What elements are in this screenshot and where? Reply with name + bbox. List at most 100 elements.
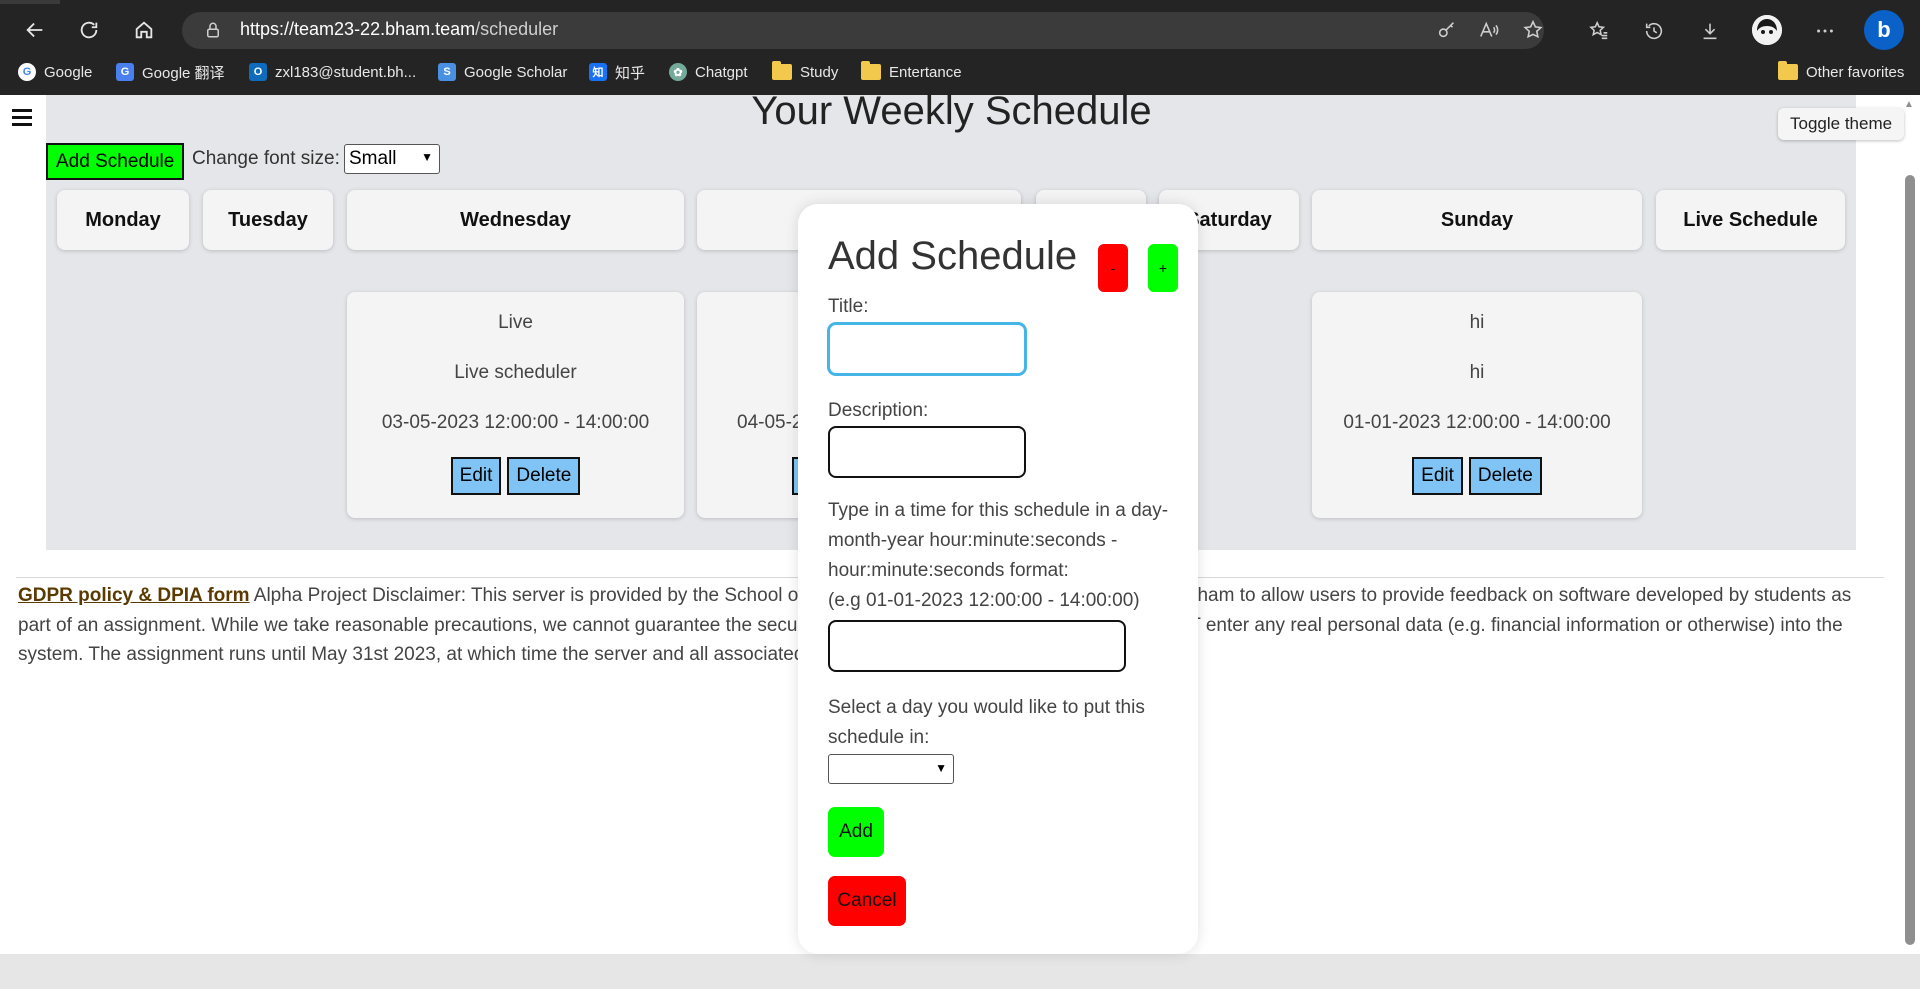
card-time: 03-05-2023 12:00:00 - 14:00:00 (381, 412, 650, 433)
delete-button[interactable]: Delete (1468, 457, 1542, 495)
scholar-icon: S (438, 63, 456, 81)
favorite-google-translate[interactable]: G Google 翻译 (116, 61, 225, 83)
card-description: Live scheduler (454, 362, 577, 383)
read-aloud-icon[interactable] (1478, 19, 1502, 43)
home-icon (135, 21, 153, 39)
folder-icon (772, 61, 792, 80)
google-icon: G (18, 63, 36, 81)
chevron-down-icon: ▼ (421, 150, 433, 164)
edit-button[interactable]: Edit (1412, 457, 1463, 495)
favorite-google-scholar[interactable]: S Google Scholar (438, 61, 567, 83)
bing-icon: b (1877, 17, 1891, 42)
favorite-label: Google Scholar (464, 63, 568, 81)
schedule-card: Live Live scheduler 03-05-2023 12:00:00 … (347, 292, 684, 518)
card-time: 01-01-2023 12:00:00 - 14:00:00 (1343, 412, 1611, 433)
chatgpt-icon: ✿ (669, 63, 687, 81)
card-description: hi (1469, 362, 1485, 383)
edit-button[interactable]: Edit (450, 457, 502, 495)
refresh-icon (80, 21, 98, 39)
tab-tuesday[interactable]: Tuesday (203, 190, 333, 250)
add-schedule-modal: Add Schedule - + Title: Description: Typ… (798, 204, 1198, 954)
tab-wednesday[interactable]: Wednesday (347, 190, 684, 250)
outlook-icon: O (249, 63, 267, 81)
time-label: Type in a time for this schedule in a da… (828, 496, 1168, 616)
more-menu-button[interactable] (1805, 12, 1845, 49)
favorites-button[interactable] (1579, 12, 1619, 49)
add-schedule-button[interactable]: Add Schedule (46, 143, 185, 180)
favorite-folder-study[interactable]: Study (772, 61, 838, 83)
favorite-label: Study (800, 63, 839, 81)
more-dots-icon (1817, 29, 1833, 32)
address-bar[interactable]: https://team23-22.bham.team/scheduler (182, 12, 1544, 49)
favorites-icon (1589, 20, 1608, 39)
toggle-theme-tooltip[interactable]: Toggle theme (1778, 108, 1905, 140)
other-favorites[interactable]: Other favorites (1778, 61, 1904, 83)
favorite-zhihu[interactable]: 知 知乎 (589, 61, 645, 83)
favorite-label: Chatgpt (695, 63, 748, 81)
lock-icon (207, 22, 219, 38)
card-title: Live (498, 312, 533, 333)
translate-icon: G (116, 63, 134, 81)
favorite-folder-entertance[interactable]: Entertance (861, 61, 962, 83)
day-label-line: Select a day you would like to put this (828, 697, 1145, 718)
page-content: Your Weekly Schedule Add Schedule Change… (0, 89, 1920, 989)
zhihu-icon: 知 (589, 63, 607, 81)
tab-sunday[interactable]: Sunday (1312, 190, 1642, 250)
favorite-google[interactable]: G Google (18, 61, 92, 83)
schedule-card: hi hi 01-01-2023 12:00:00 - 14:00:00 Edi… (1312, 292, 1642, 518)
profile-avatar[interactable] (1752, 15, 1782, 45)
page-title: Your Weekly Schedule (751, 89, 1152, 133)
browser-toolbar: https://team23-22.bham.team/scheduler b … (0, 0, 1920, 95)
gdpr-policy-link[interactable]: GDPR policy & DPIA form (18, 585, 250, 606)
description-label: Description: (828, 400, 929, 421)
key-icon[interactable] (1436, 19, 1460, 43)
add-more-button[interactable]: + (1148, 244, 1178, 292)
history-button[interactable] (1634, 12, 1674, 49)
bing-copilot-button[interactable]: b (1864, 10, 1904, 50)
back-button[interactable] (15, 12, 55, 48)
card-time: 04-05-2 (737, 412, 803, 433)
home-button[interactable] (124, 12, 164, 48)
favorite-label: Google 翻译 (142, 64, 225, 82)
modal-title: Add Schedule (828, 234, 1078, 278)
scrollbar-thumb[interactable] (1905, 175, 1915, 945)
favorite-chatgpt[interactable]: ✿ Chatgpt (669, 61, 748, 83)
day-label-line: schedule in: (828, 727, 930, 748)
folder-icon (1778, 61, 1798, 80)
time-label-line: month-year hour:minute:seconds - (828, 530, 1118, 551)
time-label-line: Type in a time for this schedule in a da… (828, 500, 1169, 521)
font-size-select[interactable]: Small ▼ (344, 144, 440, 174)
favorite-label: 知乎 (615, 64, 646, 82)
remove-button[interactable]: - (1098, 244, 1128, 292)
favorite-label: Entertance (889, 63, 962, 81)
description-input[interactable] (828, 426, 1026, 478)
time-label-line: hour:minute:seconds format: (828, 560, 1069, 581)
downloads-button[interactable] (1690, 12, 1730, 49)
day-label: Select a day you would like to put this … (828, 693, 1145, 753)
delete-button[interactable]: Delete (507, 457, 581, 495)
time-label-line: (e.g 01-01-2023 12:00:00 - 14:00:00) (828, 590, 1140, 611)
tab-strip-edge (0, 0, 60, 4)
cancel-button[interactable]: Cancel (828, 876, 906, 926)
tab-live-schedule[interactable]: Live Schedule (1656, 190, 1845, 250)
favorite-label: Google (44, 63, 93, 81)
favorite-label: zxl183@student.bh... (275, 63, 417, 81)
download-icon (1703, 23, 1717, 39)
bottom-strip (0, 954, 1920, 989)
url-text: https://team23-22.bham.team/scheduler (240, 19, 559, 39)
day-select[interactable]: ▼ (828, 754, 954, 784)
history-icon (1645, 22, 1663, 39)
favorite-outlook[interactable]: O zxl183@student.bh... (249, 61, 416, 83)
font-size-label: Change font size: (192, 148, 340, 169)
title-label: Title: (828, 296, 869, 317)
time-input[interactable] (828, 620, 1126, 672)
title-input[interactable] (828, 323, 1026, 375)
refresh-button[interactable] (69, 12, 109, 48)
back-arrow-icon (26, 22, 43, 38)
favorite-label: Other favorites (1806, 63, 1905, 81)
tab-monday[interactable]: Monday (57, 190, 189, 250)
chevron-down-icon: ▼ (935, 761, 947, 775)
add-button[interactable]: Add (828, 807, 884, 857)
add-favorite-icon[interactable] (1522, 19, 1546, 43)
scroll-up-arrow-icon[interactable]: ▲ (1904, 99, 1914, 110)
